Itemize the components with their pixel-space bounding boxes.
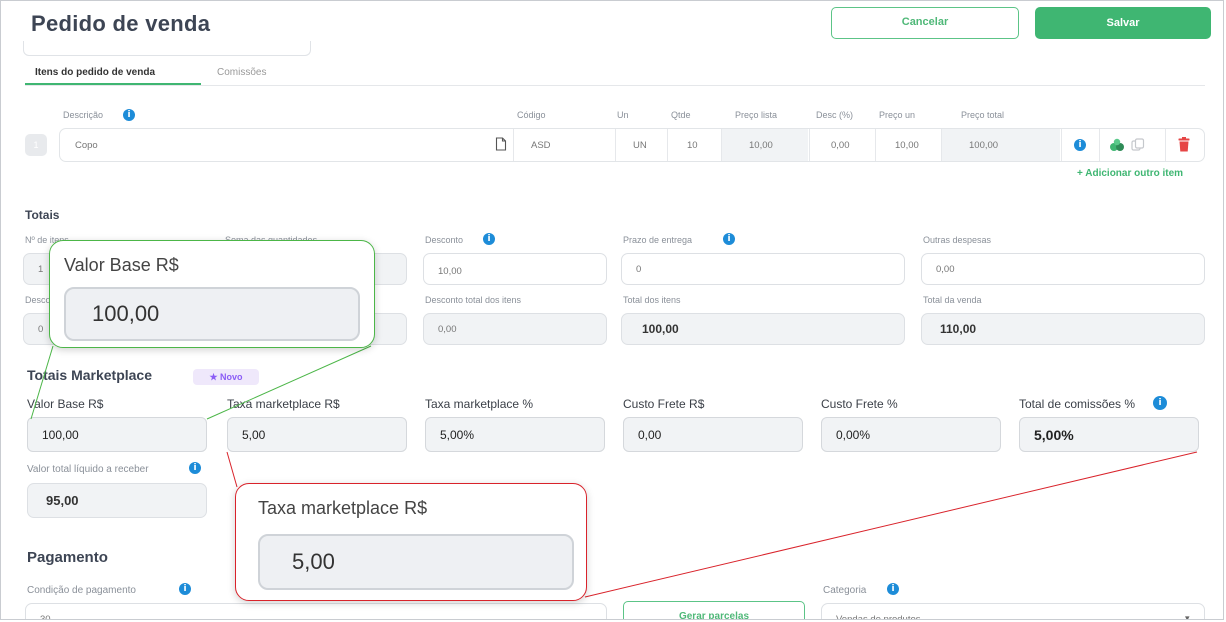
callout-valor-base-title: Valor Base R$ [64,255,179,275]
app-window: Pedido de venda Cancelar Salvar Itens do… [0,0,1224,620]
callout-taxa-field: 5,00 [258,534,574,590]
callout-taxa-marketplace: Taxa marketplace R$ 5,00 [235,483,587,601]
callout-valor-base: Valor Base R$ 100,00 [49,240,375,348]
callout-valor-base-field: 100,00 [64,287,360,341]
callout-taxa-title: Taxa marketplace R$ [258,498,428,518]
